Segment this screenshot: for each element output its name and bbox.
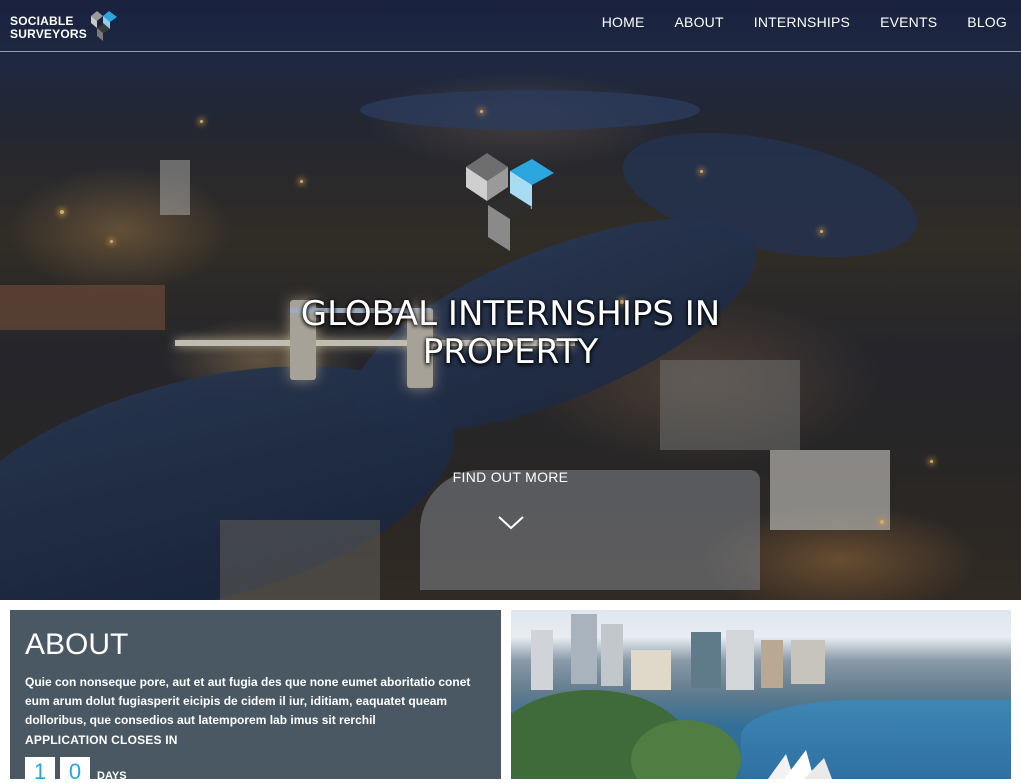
skyscraper	[601, 624, 623, 686]
nav-internships-link[interactable]: INTERNSHIPS	[754, 14, 850, 30]
skyscraper	[791, 640, 825, 684]
brand-line-2: SURVEYORS	[10, 27, 87, 41]
hero-banner: SOCIABLE SURVEYORS HOME ABOUT INTERNSHIP…	[0, 0, 1021, 600]
nav-about-link[interactable]: ABOUT	[675, 14, 724, 30]
countdown-digit: 0	[60, 757, 90, 783]
top-navigation-bar: SOCIABLE SURVEYORS HOME ABOUT INTERNSHIP…	[0, 0, 1021, 52]
countdown-unit: DAYS	[97, 770, 127, 782]
about-body: Quie con nonseque pore, aut et aut fugia…	[25, 675, 471, 727]
main-nav: HOME ABOUT INTERNSHIPS EVENTS BLOG	[572, 14, 1007, 30]
about-heading: ABOUT	[25, 628, 129, 661]
countdown-digit: 1	[25, 757, 55, 783]
opera-house	[768, 750, 832, 779]
countdown: 1 0 DAYS	[25, 757, 127, 783]
skyscraper	[631, 650, 671, 690]
about-card: ABOUT Quie con nonseque pore, aut et aut…	[10, 610, 501, 783]
skyscraper	[691, 632, 721, 688]
find-out-more-link[interactable]: FIND OUT MORE	[453, 469, 569, 485]
application-closes-label: APPLICATION CLOSES IN	[25, 733, 178, 747]
nav-home-link[interactable]: HOME	[602, 14, 645, 30]
skyscraper	[531, 630, 553, 690]
sydney-harbour-image	[511, 610, 1011, 779]
cta-container: FIND OUT MORE	[0, 469, 1021, 487]
nav-events-link[interactable]: EVENTS	[880, 14, 937, 30]
hero-title: GLOBAL INTERNSHIPS IN PROPERTY	[0, 295, 1021, 371]
hero-title-line-2: PROPERTY	[422, 331, 599, 372]
skyscraper	[761, 640, 783, 688]
skyscraper	[571, 614, 597, 684]
brand-logo[interactable]: SOCIABLE SURVEYORS	[10, 11, 121, 45]
cube-logo-icon	[90, 11, 117, 41]
cube-logo-icon	[466, 153, 554, 251]
brand-wordmark: SOCIABLE SURVEYORS	[10, 15, 87, 41]
skyscraper	[726, 630, 754, 690]
hero-title-line-1: GLOBAL INTERNSHIPS IN	[300, 293, 721, 334]
nav-blog-link[interactable]: BLOG	[967, 14, 1007, 30]
chevron-down-icon[interactable]	[497, 514, 525, 532]
